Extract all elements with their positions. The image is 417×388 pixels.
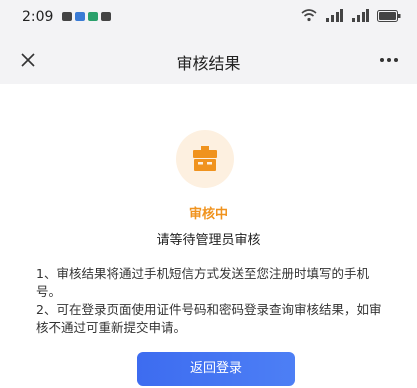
review-status-icon <box>176 130 234 188</box>
app-icon <box>101 12 111 21</box>
nav-bar: 审核结果 <box>0 36 417 84</box>
signal-icon <box>326 9 343 22</box>
note-item: 2、可在登录页面使用证件号码和密码登录查询审核结果，如审核不通过可重新提交申请。 <box>36 302 382 335</box>
status-label: 审核中 <box>188 207 228 222</box>
note-item: 1、审核结果将通过手机短信方式发送至您注册时填写的手机号。 <box>36 266 369 299</box>
notification-icons <box>62 12 111 21</box>
message-icon <box>62 12 72 21</box>
page-title: 审核结果 <box>176 54 241 73</box>
notes-text: 1、审核结果将通过手机短信方式发送至您注册时填写的手机号。 2、可在登录页面使用… <box>36 265 388 337</box>
return-login-button[interactable]: 返回登录 <box>137 352 295 386</box>
more-icon <box>380 58 398 62</box>
signal-icon <box>352 9 369 22</box>
status-bar: 2:09 <box>0 0 417 36</box>
store-icon <box>193 146 217 171</box>
battery-icon <box>377 9 401 22</box>
chat-icon <box>75 12 85 21</box>
status-subtitle: 请等待管理员审核 <box>156 233 261 248</box>
system-icons <box>301 9 401 22</box>
more-button[interactable] <box>375 48 403 72</box>
chat-icon <box>88 12 98 21</box>
wifi-icon <box>301 9 317 22</box>
status-time: 2:09 <box>22 9 54 25</box>
